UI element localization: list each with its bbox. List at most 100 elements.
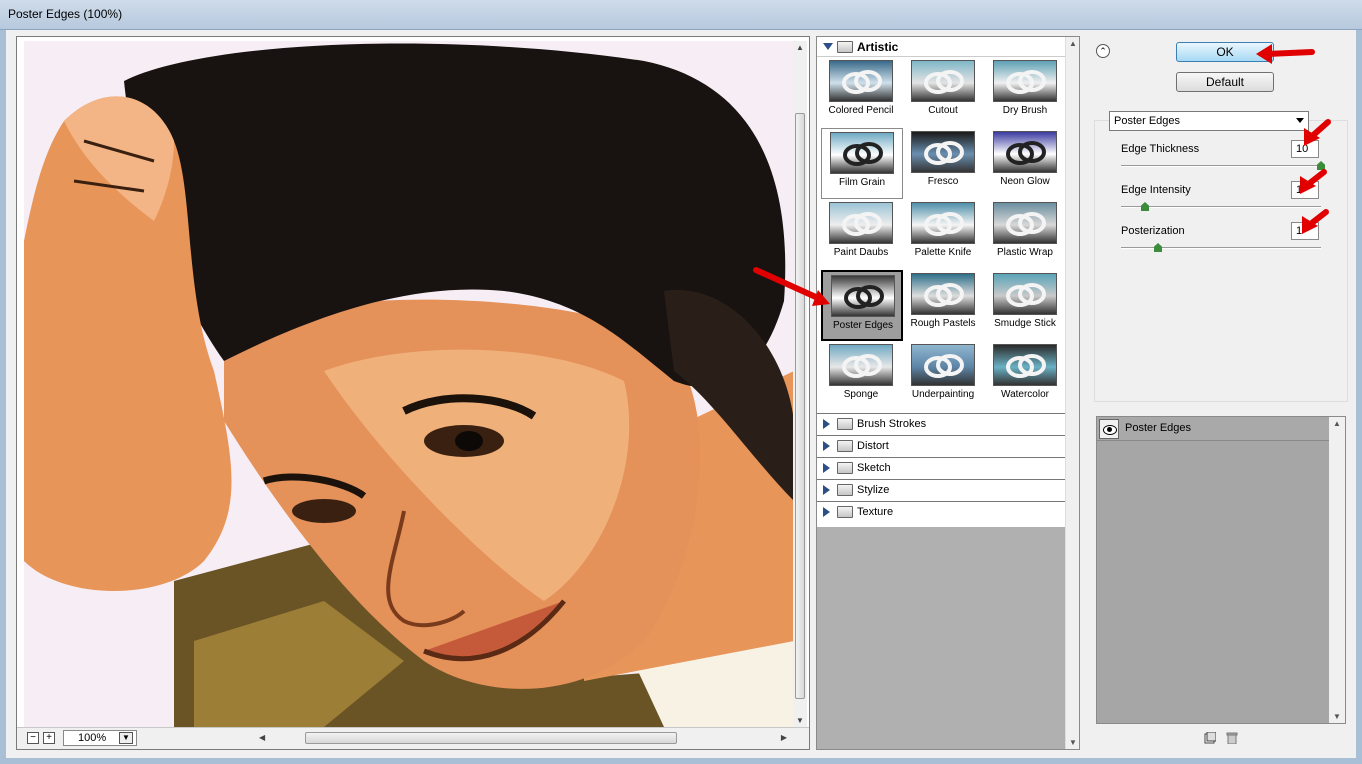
filter-item[interactable]: Watercolor — [985, 341, 1067, 412]
filter-item[interactable]: Underpainting — [903, 341, 985, 412]
chevron-down-icon[interactable] — [1296, 118, 1304, 123]
effect-layer-label: Poster Edges — [1125, 422, 1192, 434]
scroll-up-icon[interactable]: ▲ — [796, 43, 804, 52]
category-row[interactable]: Texture — [817, 501, 1065, 523]
expand-arrow-icon[interactable] — [823, 463, 830, 473]
watercolor-thumbnail — [993, 344, 1057, 386]
filter-item[interactable]: Fresco — [903, 128, 985, 199]
preview-horizontal-scrollbar[interactable]: ◀ ▶ — [257, 731, 789, 746]
filter-item[interactable]: Poster Edges — [821, 270, 903, 341]
edge-intensity-slider[interactable] — [1121, 202, 1321, 212]
scroll-up-icon[interactable]: ▲ — [1333, 419, 1341, 428]
slider-knob[interactable] — [1141, 202, 1149, 211]
filter-item-label: Underpainting — [911, 389, 975, 400]
edge-intensity-field[interactable]: 1 — [1291, 181, 1319, 199]
filter-settings-panel: Poster Edges Edge Thickness 10 Edge Inte… — [1094, 111, 1348, 402]
title-bar: Poster Edges (100%) — [0, 0, 1362, 30]
effect-layers-panel: Poster Edges ▲ ▼ — [1096, 416, 1346, 724]
filter-item-label: Watercolor — [1001, 389, 1049, 400]
scroll-right-icon[interactable]: ▶ — [781, 733, 787, 742]
filter-select[interactable]: Poster Edges — [1109, 111, 1309, 131]
posterization-label: Posterization — [1121, 225, 1185, 237]
filter-item-label: Rough Pastels — [910, 318, 976, 329]
expand-arrow-icon[interactable] — [823, 441, 830, 451]
filter-item-label: Palette Knife — [914, 247, 972, 258]
expand-arrow-icon[interactable] — [823, 507, 830, 517]
poster-edges-thumbnail — [831, 275, 895, 317]
delete-effect-layer-icon[interactable] — [1226, 732, 1238, 744]
scroll-down-icon[interactable]: ▼ — [1333, 712, 1341, 721]
scroll-left-icon[interactable]: ◀ — [259, 733, 265, 742]
underpainting-thumbnail — [911, 344, 975, 386]
filter-item[interactable]: Palette Knife — [903, 199, 985, 270]
edge-thickness-slider[interactable] — [1121, 161, 1325, 171]
collapse-gallery-icon[interactable]: ⌃ — [1096, 44, 1110, 58]
zoom-out-button[interactable]: − — [27, 732, 39, 744]
layers-scrollbar[interactable]: ▲ ▼ — [1329, 417, 1345, 723]
category-label: Artistic — [857, 40, 899, 54]
category-artistic[interactable]: Artistic — [817, 37, 1065, 57]
slider-knob[interactable] — [1154, 243, 1162, 252]
default-button[interactable]: Default — [1176, 72, 1274, 92]
filter-item-label: Dry Brush — [1002, 105, 1048, 116]
filter-item[interactable]: Smudge Stick — [985, 270, 1067, 341]
film-grain-thumbnail — [830, 132, 894, 174]
posterization-slider[interactable] — [1121, 243, 1321, 253]
filter-item-label: Plastic Wrap — [997, 247, 1053, 258]
posterization-field[interactable]: 1 — [1291, 222, 1319, 240]
filter-item-label: Film Grain — [838, 177, 886, 188]
paint-daubs-thumbnail — [829, 202, 893, 244]
filter-item[interactable]: Dry Brush — [985, 57, 1067, 128]
visibility-eye-icon[interactable] — [1099, 419, 1119, 439]
preview-pane: ▲ ▼ − + 100% ▼ ◀ ▶ — [16, 36, 810, 750]
filter-select-value: Poster Edges — [1114, 115, 1181, 127]
filter-item-label: Cutout — [928, 105, 958, 116]
new-effect-layer-icon[interactable] — [1204, 732, 1216, 744]
preview-image[interactable] — [24, 41, 794, 727]
cutout-thumbnail — [911, 60, 975, 102]
filter-item-label: Poster Edges — [832, 320, 894, 331]
zoom-dropdown-icon[interactable]: ▼ — [119, 732, 133, 744]
scroll-thumb[interactable] — [795, 113, 805, 699]
filter-item[interactable]: Film Grain — [821, 128, 903, 199]
edge-thickness-label: Edge Thickness — [1121, 143, 1200, 155]
category-row[interactable]: Brush Strokes — [817, 413, 1065, 435]
folder-icon — [837, 440, 853, 452]
category-row[interactable]: Sketch — [817, 457, 1065, 479]
filter-list-scrollbar[interactable]: ▲ ▼ — [1065, 37, 1079, 749]
filter-item[interactable]: Plastic Wrap — [985, 199, 1067, 270]
filter-item[interactable]: Rough Pastels — [903, 270, 985, 341]
filter-item[interactable]: Neon Glow — [985, 128, 1067, 199]
preview-status-bar: − + 100% ▼ ◀ ▶ — [17, 727, 809, 749]
preview-vertical-scrollbar[interactable]: ▲ ▼ — [793, 41, 807, 727]
category-row[interactable]: Stylize — [817, 479, 1065, 501]
scroll-thumb[interactable] — [305, 732, 677, 744]
category-row[interactable]: Distort — [817, 435, 1065, 457]
portrait-illustration — [24, 41, 794, 727]
effect-layer-row[interactable]: Poster Edges — [1097, 417, 1329, 441]
folder-icon — [837, 484, 853, 496]
filter-item[interactable]: Cutout — [903, 57, 985, 128]
category-label: Brush Strokes — [857, 418, 927, 430]
folder-icon — [837, 41, 853, 53]
smudge-stick-thumbnail — [993, 273, 1057, 315]
dry-brush-thumbnail — [993, 60, 1057, 102]
expand-arrow-icon[interactable] — [823, 419, 830, 429]
filter-item-label: Paint Daubs — [833, 247, 889, 258]
zoom-in-button[interactable]: + — [43, 732, 55, 744]
expand-arrow-icon[interactable] — [823, 485, 830, 495]
slider-knob[interactable] — [1317, 161, 1325, 170]
filter-item[interactable]: Colored Pencil — [821, 57, 903, 128]
expand-arrow-icon[interactable] — [823, 43, 833, 50]
filter-item[interactable]: Sponge — [821, 341, 903, 412]
filter-item[interactable]: Paint Daubs — [821, 199, 903, 270]
plastic-wrap-thumbnail — [993, 202, 1057, 244]
edge-thickness-field[interactable]: 10 — [1291, 140, 1319, 158]
folder-icon — [837, 462, 853, 474]
ok-button[interactable]: OK — [1176, 42, 1274, 62]
scroll-up-icon[interactable]: ▲ — [1069, 39, 1077, 48]
filter-gallery-dialog: ▲ ▼ − + 100% ▼ ◀ ▶ Artistic Colored Penc… — [0, 30, 1362, 764]
filter-item-label: Smudge Stick — [994, 318, 1056, 329]
scroll-down-icon[interactable]: ▼ — [796, 716, 804, 725]
scroll-down-icon[interactable]: ▼ — [1069, 738, 1077, 747]
